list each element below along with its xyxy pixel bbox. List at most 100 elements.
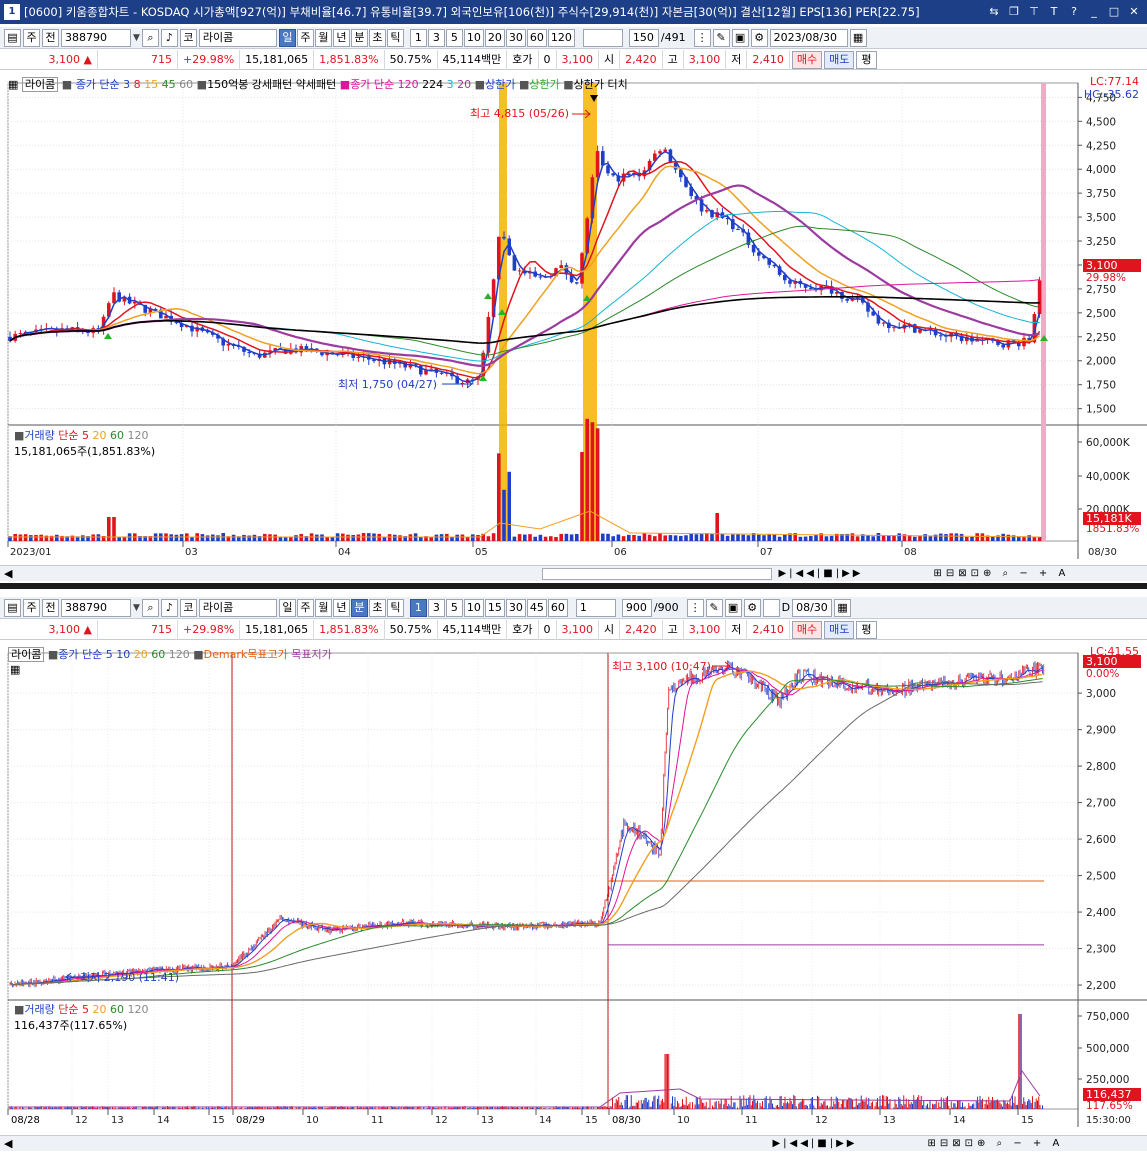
- date-input[interactable]: 08/30: [792, 598, 833, 617]
- calendar-icon[interactable]: ▦: [834, 598, 852, 617]
- flat-button[interactable]: 평: [856, 50, 877, 69]
- maximize-icon[interactable]: □: [1107, 5, 1121, 19]
- volume-bar: [580, 1108, 582, 1109]
- bottom-scrollbar[interactable]: ◀ ▶|◀◀|■|▶▶ ⊞⊟⊠⊡⊕ ⌕ − + A: [0, 1135, 1147, 1151]
- period-button-2[interactable]: 월: [314, 598, 332, 617]
- restore-icon[interactable]: ❐: [1007, 5, 1021, 19]
- scroll-controls[interactable]: ▶|◀◀|■|▶▶: [778, 568, 863, 579]
- stock-name[interactable]: 라이콤: [198, 598, 277, 617]
- period-button-3[interactable]: 년: [332, 598, 350, 617]
- period-button-5[interactable]: 초: [368, 598, 386, 617]
- scroll-left-icon[interactable]: ◀: [4, 1137, 12, 1150]
- dropdown-icon[interactable]: ▼: [133, 33, 140, 43]
- num-button-5[interactable]: 30: [505, 28, 526, 47]
- num-button-6[interactable]: 60: [526, 28, 547, 47]
- count-input[interactable]: 150: [628, 28, 659, 47]
- volume-bar: [942, 1108, 943, 1109]
- type-select[interactable]: 주: [23, 28, 40, 47]
- period-button-4[interactable]: 분: [350, 28, 368, 47]
- buy-button[interactable]: 매수: [791, 620, 823, 639]
- num-button-0[interactable]: 1: [409, 598, 427, 617]
- minimize-icon[interactable]: _: [1087, 5, 1101, 19]
- period-button-1[interactable]: 주: [296, 28, 314, 47]
- flat-button[interactable]: 평: [856, 620, 877, 639]
- menu-icon[interactable]: T: [1047, 5, 1061, 19]
- num-button-2[interactable]: 5: [445, 598, 463, 617]
- period-button-6[interactable]: 틱: [386, 28, 404, 47]
- settings-icon[interactable]: ⚙: [743, 598, 761, 617]
- volume-bar: [848, 1097, 850, 1109]
- save-icon[interactable]: ▣: [731, 28, 749, 47]
- volume-bar: [892, 535, 896, 541]
- num-button-2[interactable]: 5: [445, 28, 463, 47]
- num-button-6[interactable]: 45: [526, 598, 547, 617]
- sell-button[interactable]: 매도: [824, 620, 855, 639]
- close-icon[interactable]: ✕: [1127, 5, 1141, 19]
- sound-icon[interactable]: ♪: [160, 28, 178, 47]
- zoom-tools[interactable]: ⊞⊟⊠⊡⊕ ⌕ − + A: [933, 568, 1069, 579]
- count-input[interactable]: 900: [621, 598, 652, 617]
- num-button-1[interactable]: 3: [427, 28, 445, 47]
- num-button-7[interactable]: 60: [547, 598, 568, 617]
- period-button-4[interactable]: 분: [350, 598, 368, 617]
- search-icon[interactable]: ⌕: [141, 598, 159, 617]
- buy-button[interactable]: 매수: [791, 50, 823, 69]
- save-icon[interactable]: ▣: [724, 598, 742, 617]
- sound-icon[interactable]: ♪: [160, 598, 178, 617]
- num-button-3[interactable]: 10: [463, 28, 484, 47]
- num-button-1[interactable]: 3: [427, 598, 445, 617]
- date-input[interactable]: 2023/08/30: [769, 28, 848, 47]
- scroll-controls[interactable]: ▶|◀◀|■|▶▶: [772, 1138, 857, 1149]
- settings-icon[interactable]: ⚙: [750, 28, 768, 47]
- indicator-icon[interactable]: ⋮: [693, 28, 711, 47]
- period-button-6[interactable]: 틱: [386, 598, 404, 617]
- hoga-price: 3,100: [557, 619, 600, 640]
- legend-name[interactable]: 라이콤: [8, 647, 45, 662]
- period-button-1[interactable]: 주: [296, 598, 314, 617]
- help-icon[interactable]: ?: [1067, 5, 1081, 19]
- pin-icon[interactable]: ⊤: [1027, 5, 1041, 19]
- scroll-left-icon[interactable]: ◀: [4, 567, 12, 580]
- interval-select[interactable]: 1: [575, 598, 616, 617]
- search-icon[interactable]: ⌕: [141, 28, 159, 47]
- volume-bar: [43, 1107, 45, 1109]
- num-button-7[interactable]: 120: [547, 28, 575, 47]
- period-button-0[interactable]: 일: [278, 28, 296, 47]
- num-button-3[interactable]: 10: [463, 598, 484, 617]
- layout-icon[interactable]: ▤: [4, 598, 21, 617]
- date-checkbox[interactable]: [762, 598, 780, 617]
- layout-icon[interactable]: ▤: [4, 28, 21, 47]
- prev-button[interactable]: 전: [42, 598, 59, 617]
- bottom-chart-svg[interactable]: 3,000 2,900 2,800 2,700 2,600 2,500 2,400 2,300…: [0, 641, 1147, 1135]
- period-button-0[interactable]: 일: [278, 598, 296, 617]
- code-input[interactable]: 388790: [61, 28, 131, 47]
- num-button-4[interactable]: 15: [484, 598, 505, 617]
- blank-select[interactable]: [582, 28, 623, 47]
- num-button-5[interactable]: 30: [505, 598, 526, 617]
- grid-icon[interactable]: ▦: [10, 663, 20, 676]
- stock-name[interactable]: 라이콤: [198, 28, 277, 47]
- period-button-3[interactable]: 년: [332, 28, 350, 47]
- link-icon[interactable]: ⇆: [987, 5, 1001, 19]
- calendar-icon[interactable]: ▦: [849, 28, 867, 47]
- code-input[interactable]: 388790: [61, 598, 131, 617]
- period-button-5[interactable]: 초: [368, 28, 386, 47]
- volume-bar: [558, 1107, 560, 1109]
- zoom-tools[interactable]: ⊞⊟⊠⊡⊕ ⌕ − + A: [927, 1138, 1063, 1149]
- period-button-2[interactable]: 월: [314, 28, 332, 47]
- xtick-label: 14: [157, 1115, 170, 1126]
- prev-button[interactable]: 전: [42, 28, 59, 47]
- dropdown-icon[interactable]: ▼: [133, 603, 140, 613]
- draw-icon[interactable]: ✎: [705, 598, 723, 617]
- top-scrollbar[interactable]: ◀ ▶|◀◀|■|▶▶ ⊞⊟⊠⊡⊕ ⌕ − + A: [0, 565, 1147, 581]
- sell-button[interactable]: 매도: [824, 50, 855, 69]
- num-button-0[interactable]: 1: [409, 28, 427, 47]
- indicator-icon[interactable]: ⋮: [686, 598, 704, 617]
- type-select[interactable]: 주: [23, 598, 40, 617]
- top-chart-svg[interactable]: 4,7504,5004,2504,0003,7503,5003,2503,000…: [0, 71, 1147, 565]
- legend-ma20: 20: [133, 648, 148, 661]
- draw-icon[interactable]: ✎: [712, 28, 730, 47]
- num-button-4[interactable]: 20: [484, 28, 505, 47]
- scroll-thumb[interactable]: [542, 567, 773, 580]
- legend-name[interactable]: 라이콤: [21, 77, 59, 92]
